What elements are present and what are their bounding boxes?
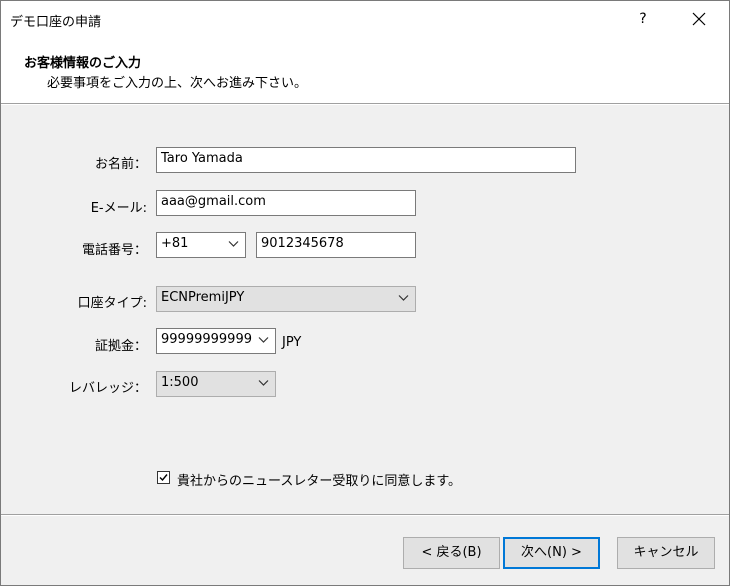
close-icon xyxy=(692,12,706,26)
leverage-value: 1:500 xyxy=(161,375,199,390)
account-type-label: 口座タイプ: xyxy=(77,296,147,311)
deposit-select[interactable]: 99999999999 xyxy=(156,328,276,354)
account-type-value: ECNPremiJPY xyxy=(161,290,245,305)
country-code-value: +81 xyxy=(161,236,189,251)
cancel-button[interactable]: キャンセル xyxy=(617,537,715,569)
wizard-header: お客様情報のご入力 必要事項をご入力の上、次へお進み下さい。 xyxy=(1,37,729,103)
email-field[interactable]: aaa@gmail.com xyxy=(156,190,416,216)
country-code-select[interactable]: +81 xyxy=(156,232,246,258)
header-divider-highlight xyxy=(1,104,729,105)
help-button[interactable]: ? xyxy=(623,3,663,35)
deposit-label: 証拠金： xyxy=(94,339,147,354)
chevron-down-icon xyxy=(258,337,269,343)
name-label: お名前： xyxy=(94,157,147,172)
deposit-value: 99999999999 xyxy=(161,332,252,347)
chevron-down-icon xyxy=(258,380,269,386)
leverage-select[interactable]: 1:500 xyxy=(156,371,276,397)
chevron-down-icon xyxy=(398,295,409,301)
help-label: ? xyxy=(639,11,647,27)
name-field[interactable]: Taro Yamada xyxy=(156,147,576,173)
phone-number-field[interactable]: 9012345678 xyxy=(256,232,416,258)
close-button[interactable] xyxy=(677,3,721,35)
footer-divider-highlight xyxy=(1,515,729,516)
deposit-currency: JPY xyxy=(282,335,302,350)
dialog-window: デモ口座の申請 ? お客様情報のご入力 必要事項をご入力の上、次へお進み下さい。… xyxy=(0,0,730,586)
next-button[interactable]: 次へ(N) > xyxy=(503,537,600,569)
email-label: E-メール: xyxy=(90,201,147,216)
phone-label: 電話番号： xyxy=(81,243,147,258)
newsletter-checkbox[interactable] xyxy=(157,471,170,484)
newsletter-label[interactable]: 貴社からのニュースレター受取りに同意します。 xyxy=(177,470,461,489)
back-button[interactable]: < 戻る(B) xyxy=(403,537,500,569)
chevron-down-icon xyxy=(228,241,239,247)
header-subtitle: 必要事項をご入力の上、次へお進み下さい。 xyxy=(47,76,308,91)
checkmark-icon xyxy=(159,474,168,482)
title-bar: デモ口座の申請 ? xyxy=(1,1,729,37)
account-type-select[interactable]: ECNPremiJPY xyxy=(156,286,416,312)
window-title: デモ口座の申請 xyxy=(10,15,102,30)
leverage-label: レバレッジ： xyxy=(68,381,147,396)
header-title: お客様情報のご入力 xyxy=(24,56,142,71)
